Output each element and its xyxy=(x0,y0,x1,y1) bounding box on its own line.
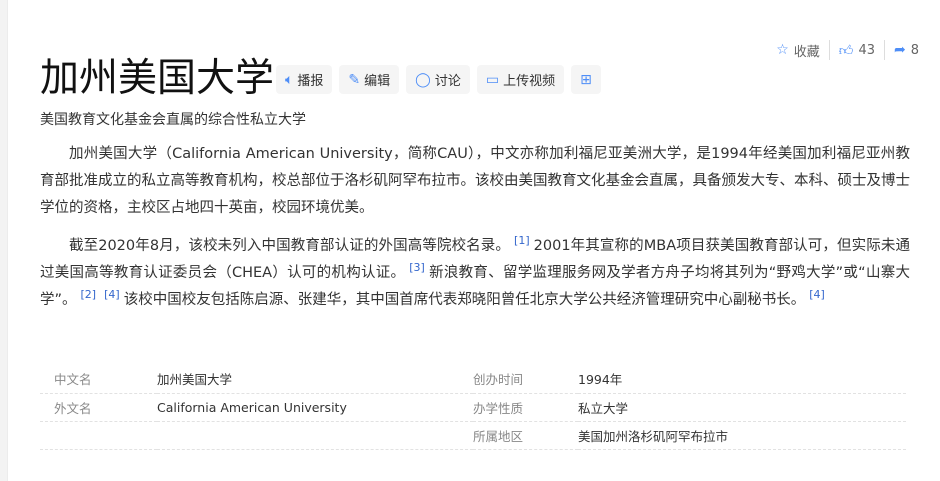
edit-button[interactable]: ✎ 编辑 xyxy=(339,65,400,94)
info-value xyxy=(157,421,473,450)
share-button[interactable]: ➦ 8 xyxy=(883,40,928,60)
info-label: 中文名 xyxy=(40,365,157,394)
plus-icon: ⊞ xyxy=(580,71,592,88)
info-label: 外文名 xyxy=(40,393,157,422)
speaker-icon: 🔈︎ xyxy=(285,71,294,88)
info-label: 创办时间 xyxy=(473,365,578,394)
favorite-button[interactable]: ☆ 收藏 xyxy=(767,40,829,60)
citation-link[interactable]: [4] xyxy=(104,288,120,301)
summary-paragraph-2: 截至2020年8月，该校未列入中国教育部认证的外国高等院校名录。 [1] 2001年… xyxy=(40,233,910,314)
info-value: 私立大学 xyxy=(578,393,906,422)
info-label: 所属地区 xyxy=(473,421,578,450)
add-button[interactable]: ⊞ xyxy=(571,65,601,94)
left-border xyxy=(0,0,8,481)
like-button[interactable]: 👍︎ 43 xyxy=(828,40,884,60)
table-row: 所属地区 美国加州洛杉矶阿罕布拉市 xyxy=(40,421,906,450)
info-value: 美国加州洛杉矶阿罕布拉市 xyxy=(578,421,906,450)
info-label: 办学性质 xyxy=(473,393,578,422)
upload-video-label: 上传视频 xyxy=(503,74,556,89)
citation-link[interactable]: [2] xyxy=(81,288,97,301)
read-aloud-label: 播报 xyxy=(297,74,324,89)
info-value: 加州美国大学 xyxy=(157,365,473,394)
upload-video-button[interactable]: ▭ 上传视频 xyxy=(476,65,565,94)
subtitle: 美国教育文化基金会直属的综合性私立大学 xyxy=(40,112,306,128)
share-count: 8 xyxy=(910,42,919,58)
discuss-button[interactable]: ◯ 讨论 xyxy=(406,65,470,94)
top-toolbar: ☆ 收藏 👍︎ 43 ➦ 8 xyxy=(767,40,928,60)
like-count: 43 xyxy=(858,42,875,58)
page-title: 加州美国大学 xyxy=(40,56,275,101)
citation-link[interactable]: [1] xyxy=(514,234,530,247)
info-value: California American University xyxy=(157,393,473,422)
table-row: 外文名 California American University 办学性质 私立大… xyxy=(40,393,906,422)
video-icon: ▭ xyxy=(485,71,500,88)
citation-link[interactable]: [3] xyxy=(409,261,425,274)
sentence: 该校中国校友包括陈启源、张建华，其中国首席代表郑晓阳曾任北京大学公共经济管理研究… xyxy=(123,292,806,308)
read-aloud-button[interactable]: 🔈︎ 播报 xyxy=(276,65,333,94)
action-buttons: 🔈︎ 播报 ✎ 编辑 ◯ 讨论 ▭ 上传视频 ⊞ xyxy=(276,65,601,94)
star-icon: ☆ xyxy=(776,42,789,58)
edit-label: 编辑 xyxy=(364,74,391,89)
favorite-label: 收藏 xyxy=(793,44,820,60)
info-value: 1994年 xyxy=(578,365,906,394)
citation-link[interactable]: [4] xyxy=(809,288,825,301)
share-icon: ➦ xyxy=(893,42,906,58)
infobox: 中文名 加州美国大学 创办时间 1994年 外文名 California America… xyxy=(40,365,906,450)
discuss-label: 讨论 xyxy=(434,74,461,89)
sentence: 截至2020年8月，该校未列入中国教育部认证的外国高等院校名录。 xyxy=(69,238,511,254)
table-row: 中文名 加州美国大学 创办时间 1994年 xyxy=(40,365,906,394)
summary-paragraph-1: 加州美国大学（California American University，简称… xyxy=(40,146,910,216)
thumbs-up-icon: 👍︎ xyxy=(838,42,854,59)
comment-icon: ◯ xyxy=(415,71,431,88)
pencil-icon: ✎ xyxy=(348,71,361,88)
info-label xyxy=(40,421,157,450)
